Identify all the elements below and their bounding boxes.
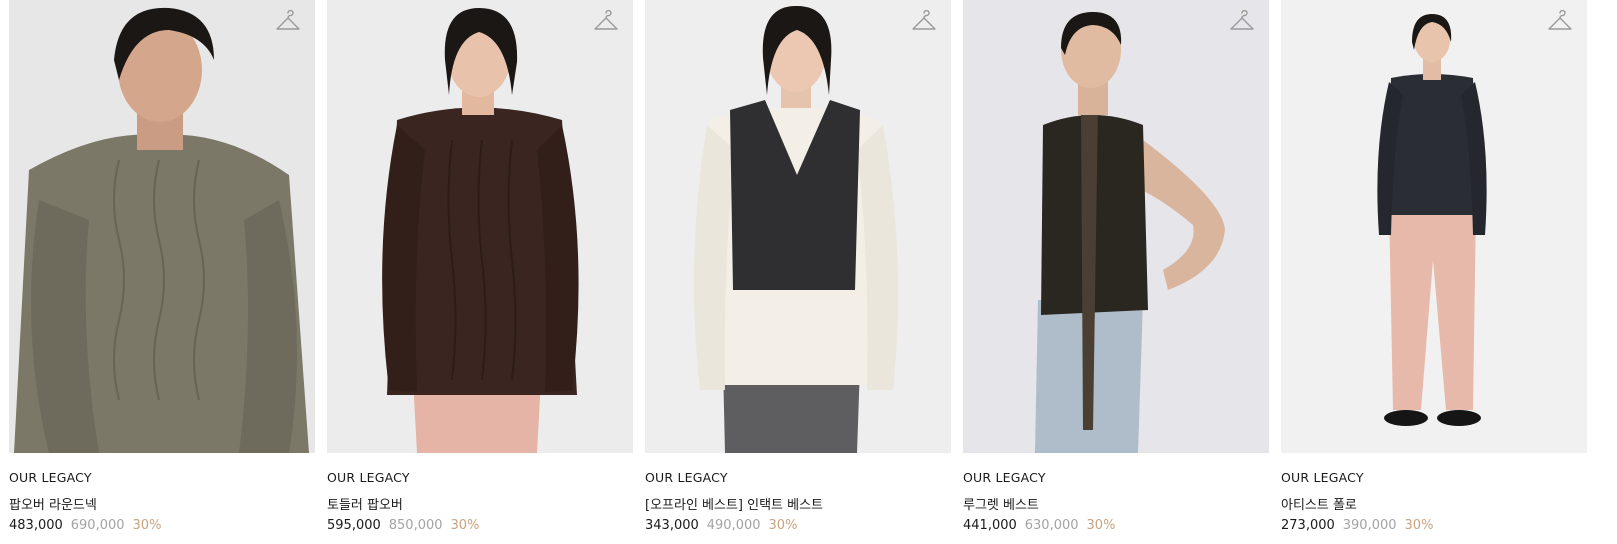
wishlist-hanger-button[interactable] xyxy=(1547,10,1573,34)
discount-rate: 30% xyxy=(132,518,162,533)
wishlist-hanger-button[interactable] xyxy=(593,10,619,34)
product-card[interactable]: OUR LEGACY 루그렛 베스트 441,000 630,000 30% xyxy=(963,0,1269,533)
sale-price: 441,000 xyxy=(963,518,1017,533)
product-image[interactable] xyxy=(645,0,951,453)
wishlist-hanger-button[interactable] xyxy=(275,10,301,34)
wishlist-hanger-button[interactable] xyxy=(1229,10,1255,34)
sale-price: 483,000 xyxy=(9,518,63,533)
product-name[interactable]: 토들러 팝오버 xyxy=(327,494,403,513)
price-row: 343,000 490,000 30% xyxy=(645,518,797,533)
original-price: 490,000 xyxy=(706,518,761,533)
hanger-icon xyxy=(594,10,618,30)
product-brand[interactable]: OUR LEGACY xyxy=(1281,470,1364,485)
discount-rate: 30% xyxy=(1086,518,1116,533)
hanger-icon xyxy=(1230,10,1254,30)
model-photo xyxy=(963,0,1269,453)
product-card[interactable]: OUR LEGACY 토들러 팝오버 595,000 850,000 30% xyxy=(327,0,633,533)
product-brand[interactable]: OUR LEGACY xyxy=(645,470,728,485)
model-photo xyxy=(9,0,315,453)
price-row: 441,000 630,000 30% xyxy=(963,518,1115,533)
product-brand[interactable]: OUR LEGACY xyxy=(963,470,1046,485)
hanger-icon xyxy=(276,10,300,30)
product-grid: OUR LEGACY 팝오버 라운드넥 483,000 690,000 30% xyxy=(0,0,1617,544)
product-image[interactable] xyxy=(9,0,315,453)
discount-rate: 30% xyxy=(768,518,798,533)
price-row: 483,000 690,000 30% xyxy=(9,518,161,533)
product-brand[interactable]: OUR LEGACY xyxy=(9,470,92,485)
discount-rate: 30% xyxy=(1404,518,1434,533)
product-name[interactable]: 팝오버 라운드넥 xyxy=(9,494,97,513)
product-name[interactable]: [오프라인 베스트] 인택트 베스트 xyxy=(645,494,823,513)
original-price: 390,000 xyxy=(1342,518,1397,533)
product-card[interactable]: OUR LEGACY 아티스트 폴로 273,000 390,000 30% xyxy=(1281,0,1587,533)
price-row: 273,000 390,000 30% xyxy=(1281,518,1433,533)
model-photo xyxy=(1281,0,1587,453)
sale-price: 343,000 xyxy=(645,518,699,533)
product-card[interactable]: OUR LEGACY [오프라인 베스트] 인택트 베스트 343,000 490… xyxy=(645,0,951,533)
original-price: 690,000 xyxy=(70,518,125,533)
discount-rate: 30% xyxy=(450,518,480,533)
sale-price: 595,000 xyxy=(327,518,381,533)
product-image[interactable] xyxy=(327,0,633,453)
hanger-icon xyxy=(912,10,936,30)
price-row: 595,000 850,000 30% xyxy=(327,518,479,533)
product-brand[interactable]: OUR LEGACY xyxy=(327,470,410,485)
product-name[interactable]: 아티스트 폴로 xyxy=(1281,494,1357,513)
hanger-icon xyxy=(1548,10,1572,30)
original-price: 850,000 xyxy=(388,518,443,533)
original-price: 630,000 xyxy=(1024,518,1079,533)
sale-price: 273,000 xyxy=(1281,518,1335,533)
model-photo xyxy=(645,0,951,453)
wishlist-hanger-button[interactable] xyxy=(911,10,937,34)
model-photo xyxy=(327,0,633,453)
product-image[interactable] xyxy=(963,0,1269,453)
product-name[interactable]: 루그렛 베스트 xyxy=(963,494,1039,513)
product-image[interactable] xyxy=(1281,0,1587,453)
product-card[interactable]: OUR LEGACY 팝오버 라운드넥 483,000 690,000 30% xyxy=(9,0,315,533)
